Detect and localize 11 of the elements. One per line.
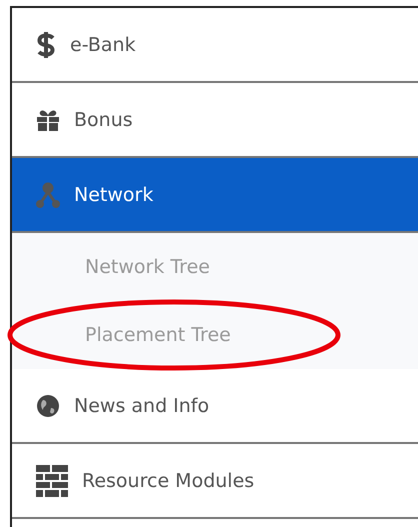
menu-label: Bonus — [74, 108, 133, 130]
dollar-icon — [36, 30, 56, 58]
menu-label: Resource Modules — [82, 470, 254, 492]
gift-icon — [36, 108, 60, 132]
network-icon — [36, 182, 60, 208]
brick-wall-icon — [36, 464, 68, 496]
menu-label: Network — [74, 184, 154, 206]
menu-item[interactable]: Network — [12, 158, 418, 233]
menu-label: e-Bank — [70, 34, 136, 56]
menu-label: News and Info — [74, 394, 210, 416]
globe-icon — [36, 394, 60, 418]
